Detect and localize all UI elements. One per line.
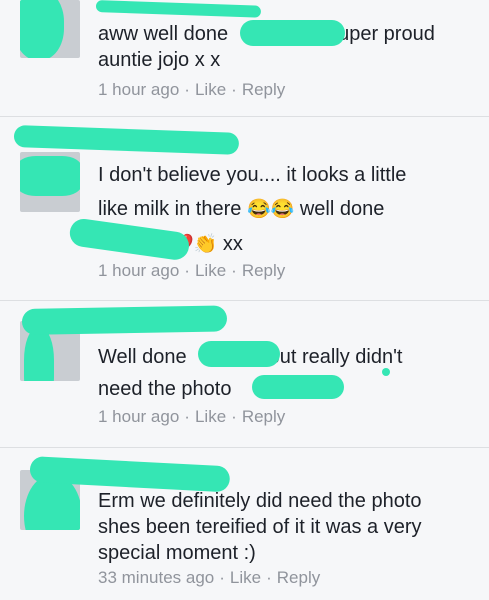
comment-timestamp[interactable]: 1 hour ago xyxy=(98,261,179,280)
redaction-mark xyxy=(382,368,390,376)
comment-meta: 1 hour ago · Like · Reply xyxy=(98,407,286,426)
comment-timestamp[interactable]: 1 hour ago xyxy=(98,407,179,426)
comment-text-line: like milk in there xyxy=(98,198,242,220)
redaction-mark xyxy=(95,0,262,18)
redaction-mark xyxy=(21,305,228,335)
comment-text-line: auntie jojo x x xyxy=(98,49,221,71)
comment-text-line: xx xyxy=(222,233,243,255)
redaction-mark xyxy=(20,0,64,58)
redaction-mark xyxy=(13,125,240,155)
reply-link[interactable]: Reply xyxy=(242,261,285,280)
comment-text-line: Well done xyxy=(98,346,187,368)
comment-item: aww well done super proud auntie jojo x x… xyxy=(0,0,489,117)
reply-link[interactable]: Reply xyxy=(242,407,285,426)
comment-meta: 1 hour ago · Like · Reply xyxy=(98,80,286,99)
comment-timestamp[interactable]: 33 minutes ago xyxy=(98,568,214,587)
comment-meta: 1 hour ago · Like · Reply xyxy=(98,261,286,280)
like-link[interactable]: Like xyxy=(195,261,226,280)
redaction-mark xyxy=(240,20,345,46)
comment-text-line: well done xyxy=(299,198,385,220)
comment-text-line: but really didn't xyxy=(268,346,403,368)
comment-text-line: aww well done xyxy=(98,23,229,45)
comment-text-line: shes been tereified of it it was a very xyxy=(98,516,422,538)
redaction-mark xyxy=(252,375,344,399)
like-link[interactable]: Like xyxy=(195,80,226,99)
comment-item: Well done but really didn't need the phot… xyxy=(0,301,489,448)
redaction-mark xyxy=(20,156,80,196)
comment-text-line: special moment :) xyxy=(98,542,256,564)
avatar[interactable] xyxy=(20,152,80,212)
comment-meta: 33 minutes ago · Like · Reply xyxy=(98,568,321,587)
reply-link[interactable]: Reply xyxy=(242,80,285,99)
like-link[interactable]: Like xyxy=(230,568,261,587)
like-link[interactable]: Like xyxy=(195,407,226,426)
reply-link[interactable]: Reply xyxy=(277,568,320,587)
redaction-mark xyxy=(24,329,54,381)
comment-text-line: I don't believe you.... it looks a littl… xyxy=(98,164,407,186)
comment-text: Erm we definitely did need the photo she… xyxy=(98,488,477,566)
comment-text-line: Erm we definitely did need the photo xyxy=(98,490,422,512)
comment-item: Erm we definitely did need the photo she… xyxy=(0,448,489,600)
comment-timestamp[interactable]: 1 hour ago xyxy=(98,80,179,99)
laughing-emoji: 😂😂 xyxy=(246,199,295,220)
comment-item: I don't believe you.... it looks a littl… xyxy=(0,117,489,301)
redaction-mark xyxy=(198,341,280,367)
avatar[interactable] xyxy=(20,0,80,58)
